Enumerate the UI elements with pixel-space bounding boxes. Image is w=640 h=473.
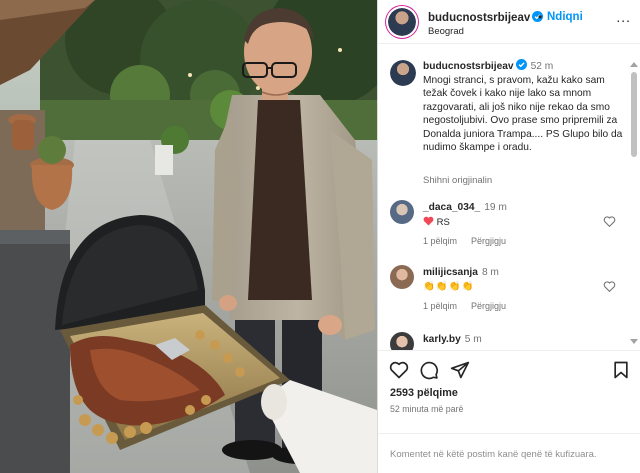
comment-like-heart-icon[interactable] bbox=[603, 215, 616, 228]
comment-avatar[interactable] bbox=[390, 265, 414, 289]
comment-username-row: _daca_034_ 19 m bbox=[423, 202, 507, 213]
bookmark-icon[interactable] bbox=[611, 360, 631, 380]
comment-input[interactable] bbox=[390, 446, 630, 462]
heart-icon[interactable] bbox=[389, 360, 409, 380]
more-options-icon[interactable]: ... bbox=[616, 9, 631, 25]
caption-time: 52 m bbox=[530, 61, 554, 72]
verified-badge-icon bbox=[515, 59, 527, 70]
scroll-up-arrow[interactable] bbox=[630, 62, 638, 67]
post-location[interactable]: Beograd bbox=[428, 26, 464, 37]
comment-username[interactable]: _daca_034_ bbox=[423, 202, 480, 213]
post-caption: buducnostsrbijeav 52 m Mnogi stranci, s p… bbox=[423, 59, 623, 155]
caption-text: Mnogi stranci, s pravom, kažu kako sam t… bbox=[423, 74, 623, 154]
scrollbar-thumb[interactable] bbox=[631, 72, 637, 157]
post-timestamp: 52 minuta më parë bbox=[390, 404, 464, 414]
comment-box bbox=[378, 433, 640, 473]
author-username-row[interactable]: buducnostsrbijeav bbox=[428, 11, 544, 24]
comments-scrollbar[interactable] bbox=[630, 62, 638, 344]
comment-like-heart-icon[interactable] bbox=[603, 280, 616, 293]
comment-meta: 1 pëlqim Përgjigju bbox=[423, 236, 520, 246]
comment-text: RS bbox=[423, 216, 450, 228]
post-image bbox=[0, 0, 377, 473]
comment-item: karly.by 5 m bbox=[378, 332, 640, 350]
comment-avatar[interactable] bbox=[390, 332, 414, 350]
comment-likes[interactable]: 1 pëlqim bbox=[423, 301, 457, 311]
comment-time: 8 m bbox=[481, 267, 499, 278]
red-heart-icon bbox=[423, 216, 434, 226]
reply-button[interactable]: Përgjigju bbox=[471, 301, 506, 311]
comment-username-row: milijicsanja 8 m bbox=[423, 267, 499, 278]
post-header: buducnostsrbijeav • Ndiqni Beograd ... bbox=[378, 0, 640, 44]
comment-text: 👏👏👏👏 bbox=[423, 281, 475, 292]
caption-avatar[interactable] bbox=[390, 60, 416, 86]
comment-username[interactable]: karly.by bbox=[423, 334, 461, 345]
comment-time: 5 m bbox=[464, 334, 482, 345]
separator-dot: • bbox=[538, 10, 543, 24]
send-icon[interactable] bbox=[450, 360, 470, 380]
comment-avatar[interactable] bbox=[390, 200, 414, 224]
comment-time: 19 m bbox=[484, 202, 507, 213]
see-original-link[interactable]: Shihni origjinalin bbox=[423, 175, 492, 186]
comment-likes[interactable]: 1 pëlqim bbox=[423, 236, 457, 246]
caption-username[interactable]: buducnostsrbijeav bbox=[423, 61, 514, 72]
comment-username[interactable]: milijicsanja bbox=[423, 267, 478, 278]
scroll-down-arrow[interactable] bbox=[630, 339, 638, 344]
follow-button[interactable]: Ndiqni bbox=[547, 11, 583, 23]
comment-item: _daca_034_ 19 m RS 1 pëlqim Përgjigju bbox=[378, 200, 640, 260]
author-username[interactable]: buducnostsrbijeav bbox=[428, 12, 530, 24]
author-avatar[interactable] bbox=[388, 8, 416, 36]
post-photo bbox=[0, 0, 377, 473]
reply-button[interactable]: Përgjigju bbox=[471, 236, 506, 246]
comment-icon[interactable] bbox=[419, 360, 439, 380]
comment-text-content: RS bbox=[436, 217, 450, 228]
comment-meta: 1 pëlqim Përgjigju bbox=[423, 301, 520, 311]
comment-username-row: karly.by 5 m bbox=[423, 334, 482, 345]
comments-scroll-area[interactable]: buducnostsrbijeav 52 m Mnogi stranci, s p… bbox=[378, 45, 640, 350]
post-side-panel: buducnostsrbijeav • Ndiqni Beograd ... b… bbox=[377, 0, 640, 473]
comment-item: milijicsanja 8 m 👏👏👏👏 1 pëlqim Përgjigju bbox=[378, 265, 640, 325]
likes-count[interactable]: 2593 pëlqime bbox=[390, 387, 458, 399]
post-actions: 2593 pëlqime 52 minuta më parë bbox=[378, 350, 640, 473]
